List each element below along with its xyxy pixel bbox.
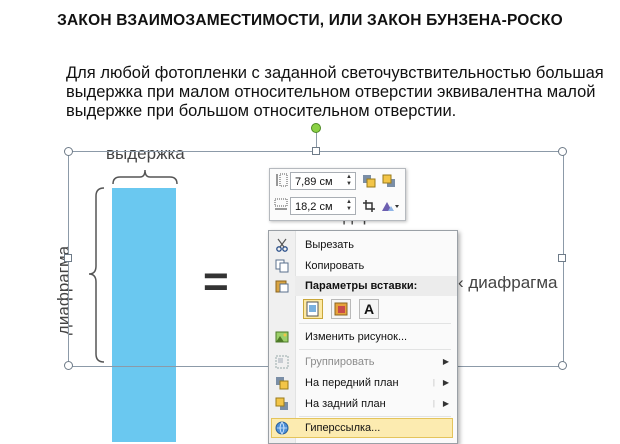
resize-handle-bottom-right[interactable] — [558, 361, 567, 370]
height-icon — [276, 173, 288, 187]
split-divider: | — [432, 378, 435, 387]
resize-handle-top[interactable] — [312, 147, 320, 155]
menu-item-copy[interactable]: Копировать — [269, 256, 457, 276]
split-divider: | — [432, 399, 435, 408]
menu-label-bring-front: На передний план — [305, 377, 399, 389]
menu-label-cut: Вырезать — [305, 239, 354, 251]
menu-item-cut[interactable]: Вырезать — [269, 235, 457, 255]
paste-text-only-button[interactable]: A — [359, 299, 379, 319]
menu-item-change-picture[interactable]: Изменить рисунок... — [269, 327, 457, 347]
copy-icon — [275, 259, 289, 273]
scissors-icon — [276, 238, 288, 252]
paste-image-icon — [306, 301, 319, 317]
menu-label-send-back: На задний план — [305, 398, 386, 410]
height-input[interactable]: 7,89 см ▲ ▼ — [290, 172, 356, 190]
rotate-handle[interactable] — [311, 123, 321, 133]
text-only-icon: A — [363, 301, 375, 317]
resize-handle-right[interactable] — [558, 254, 566, 262]
menu-item-send-back[interactable]: На задний план | ▶ — [269, 394, 457, 414]
height-value: 7,89 см — [295, 176, 333, 188]
chevron-right-icon[interactable]: ▶ — [443, 373, 449, 393]
send-to-back-icon — [275, 397, 288, 410]
width-value: 18,2 см — [295, 201, 333, 213]
menu-separator-3 — [299, 416, 451, 417]
menu-label-copy: Копировать — [305, 260, 365, 272]
menu-label-change-picture: Изменить рисунок... — [305, 331, 408, 343]
height-spin-arrows[interactable]: ▲ ▼ — [345, 174, 353, 188]
bring-to-front-icon — [276, 377, 289, 390]
menu-item-bring-front[interactable]: На передний план | ▶ — [269, 373, 457, 393]
crop-icon[interactable] — [362, 199, 376, 213]
resize-handle-top-left[interactable] — [64, 147, 73, 156]
bring-forward-icon[interactable] — [362, 174, 376, 188]
slide-title: ЗАКОН ВЗАИМОЗАМЕСТИМОСТИ, ИЛИ ЗАКОН БУНЗ… — [57, 12, 563, 29]
paste-picture-icon — [334, 302, 348, 316]
menu-separator-2 — [299, 349, 451, 350]
chevron-right-icon[interactable]: ▶ — [443, 394, 449, 414]
group-icon — [275, 355, 289, 369]
paste-keep-format-button[interactable] — [303, 299, 323, 319]
paste-icon — [275, 280, 289, 293]
resize-handle-bottom-left[interactable] — [64, 361, 73, 370]
paste-options-header: Параметры вставки: — [295, 276, 457, 296]
width-input[interactable]: 18,2 см ▲ ▼ — [290, 197, 356, 215]
width-icon — [274, 198, 288, 210]
hyperlink-globe-icon — [275, 421, 289, 435]
menu-separator — [299, 323, 451, 324]
menu-label-group: Группировать — [305, 356, 375, 368]
change-picture-icon — [275, 331, 289, 343]
mini-toolbar: 7,89 см ▲ ▼ 18,2 см ▲ ▼ — [269, 168, 406, 221]
slide-paragraph: Для любой фотопленки с заданной светочув… — [66, 64, 604, 120]
chevron-right-icon: ▶ — [442, 357, 449, 366]
menu-item-group[interactable]: Группировать ▶ — [269, 352, 457, 372]
menu-item-hyperlink[interactable]: Гиперссылка... — [269, 418, 457, 438]
picture-styles-icon[interactable] — [380, 199, 400, 213]
menu-label-hyperlink: Гиперссылка... — [305, 422, 381, 434]
resize-handle-top-right[interactable] — [558, 147, 567, 156]
context-menu: Вырезать Копировать Параметры вставки: A… — [268, 230, 458, 444]
send-backward-icon[interactable] — [382, 174, 396, 188]
width-spin-arrows[interactable]: ▲ ▼ — [345, 199, 353, 213]
paste-picture-button[interactable] — [331, 299, 351, 319]
resize-handle-left[interactable] — [64, 254, 72, 262]
